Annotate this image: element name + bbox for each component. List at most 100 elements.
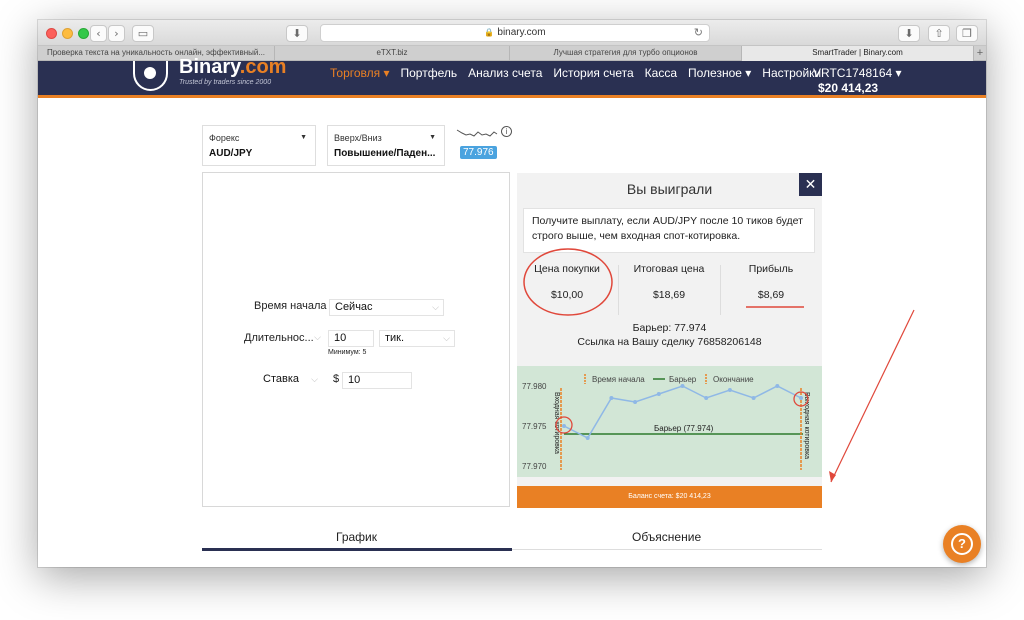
legend-barrier-label: Барьер <box>669 375 697 384</box>
reload-icon[interactable]: ↻ <box>694 25 703 41</box>
purchase-price: Цена покупки $10,00 <box>517 263 617 301</box>
forward-icon[interactable]: › <box>108 25 125 42</box>
market-label: Форекс <box>209 133 240 143</box>
duration-unit-select[interactable]: тик. ⌵ <box>379 330 455 347</box>
brand-name: Binary <box>179 56 240 78</box>
back-icon[interactable]: ‹ <box>90 25 107 42</box>
arrowhead-annotation <box>829 471 836 482</box>
lock-icon: 🔒 <box>484 28 495 37</box>
barrier-text: Барьер: 77.974 <box>632 322 707 334</box>
final-label: Итоговая цена <box>633 263 705 275</box>
duration-type-select[interactable]: ⌵ <box>236 330 325 347</box>
minimize-window-button[interactable] <box>62 28 73 39</box>
site-header: Binary.com Trusted by traders since 2000… <box>38 56 986 98</box>
profit-label: Прибыль <box>748 263 794 275</box>
tab-etxt[interactable]: eTXT.biz <box>275 46 510 61</box>
tick-point <box>633 400 638 404</box>
balance-bar: Баланс счета: $20 414,23 <box>517 486 822 508</box>
browser-toolbar: ‹ › ▭ ⬇ 🔒 binary.com ↻ ⬇ ⇧ ❐ <box>38 20 986 46</box>
final-price: Итоговая цена $18,69 <box>619 263 719 301</box>
tick-chart: Время начала Барьер Окончание 77.980 77.975 7… <box>517 366 822 477</box>
y-tick-label: 77.980 <box>522 382 547 391</box>
nav-history[interactable]: История счета <box>553 66 633 80</box>
new-tab-icon[interactable]: + <box>974 46 986 60</box>
stake-type-select[interactable]: Ставка ⌵ <box>258 372 322 389</box>
tab-chart[interactable]: График <box>336 530 377 544</box>
caret-down-icon: ▼ <box>300 134 307 141</box>
nav-resources[interactable]: Полезное ▾ <box>688 66 751 80</box>
contract-link[interactable]: Ссылка на Вашу сделку 76858206148 <box>517 336 822 348</box>
help-button[interactable]: ? <box>943 525 981 563</box>
purchase-value: $10,00 <box>550 289 584 301</box>
profit: Прибыль $8,69 <box>721 263 821 301</box>
final-value: $18,69 <box>652 289 686 301</box>
download-icon[interactable]: ⬇ <box>898 25 920 42</box>
tab-divider <box>512 549 822 550</box>
tick-point <box>751 396 756 400</box>
start-time-value: Сейчас <box>335 301 373 313</box>
profit-value: $8,69 <box>757 289 785 301</box>
main-nav: Торговля ▾ Портфель Анализ счета История… <box>330 66 832 80</box>
tab-explanation[interactable]: Объяснение <box>632 530 701 544</box>
brand-logo[interactable]: Binary.com <box>179 56 286 79</box>
tabs-overview-icon[interactable]: ❐ <box>956 25 978 42</box>
binary-logo-icon[interactable] <box>133 61 168 91</box>
arrow-annotation <box>830 309 915 483</box>
legend-end-label: Окончание <box>713 375 754 384</box>
chevron-down-icon: ⌵ <box>311 374 318 384</box>
contract-type-value: Повышение/Паден... <box>334 148 436 159</box>
address-text: binary.com <box>497 27 546 38</box>
close-window-button[interactable] <box>46 28 57 39</box>
spot-price-badge: 77.976 <box>460 146 497 159</box>
currency-symbol: $ <box>333 373 340 385</box>
contract-type-select[interactable]: Вверх/Вниз ▼ Повышение/Паден... <box>327 125 445 166</box>
tick-point <box>680 384 685 388</box>
annotation-overlay <box>523 248 915 483</box>
purchase-label: Цена покупки <box>534 263 600 275</box>
exit-spot-label: Выходная котировка <box>803 392 810 459</box>
nav-trading[interactable]: Торговля ▾ <box>330 66 389 80</box>
start-time-select[interactable]: Сейчас ⌵ <box>329 299 444 316</box>
share-icon[interactable]: ⇧ <box>928 25 950 42</box>
tick-point <box>799 396 803 400</box>
browser-window: ‹ › ▭ ⬇ 🔒 binary.com ↻ ⬇ ⇧ ❐ Проверка тек… <box>38 20 986 567</box>
result-description: Получите выплату, если AUD/JPY после 10 … <box>523 208 815 253</box>
start-time-label: Время начала <box>254 300 327 312</box>
sidebar-icon[interactable]: ▭ <box>132 25 154 42</box>
stake-input[interactable]: 10 <box>342 372 412 389</box>
tick-point <box>775 384 780 388</box>
legend-start-label: Время начала <box>592 375 645 384</box>
barrier-label: Барьер (77.974) <box>654 424 714 433</box>
contract-type-label: Вверх/Вниз <box>334 133 382 143</box>
account-selector[interactable]: VRTC1748164 ▾ <box>813 66 902 80</box>
stake-label: Ставка <box>263 373 299 385</box>
tab-smarttrader[interactable]: SmartTrader | Binary.com <box>742 46 974 61</box>
duration-input[interactable]: 10 <box>328 330 374 347</box>
brand-suffix: .com <box>239 56 287 78</box>
brand-tagline: Trusted by traders since 2000 <box>179 79 272 86</box>
downloads-shield-icon[interactable]: ⬇ <box>286 25 308 42</box>
y-tick-label: 77.975 <box>522 422 547 431</box>
tick-chart-svg: Время начала Барьер Окончание 77.980 77.975 7… <box>522 374 810 471</box>
zoom-window-button[interactable] <box>78 28 89 39</box>
market-select[interactable]: Форекс ▼ AUD/JPY <box>202 125 316 166</box>
y-tick-label: 77.970 <box>522 462 547 471</box>
tick-point <box>656 392 661 396</box>
close-icon[interactable]: ✕ <box>799 173 822 196</box>
spot-sparkline <box>456 129 498 137</box>
header-balance: $20 414,23 <box>818 81 879 95</box>
market-value: AUD/JPY <box>209 148 253 159</box>
address-bar[interactable]: 🔒 binary.com ↻ <box>320 24 710 42</box>
nav-portfolio[interactable]: Портфель <box>400 66 457 80</box>
result-panel: Вы выиграли ✕ Получите выплату, если AUD… <box>517 173 822 508</box>
nav-analysis[interactable]: Анализ счета <box>468 66 542 80</box>
tab-strategy[interactable]: Лучшая стратегия для турбо опционов <box>510 46 742 61</box>
caret-down-icon: ▼ <box>429 134 436 141</box>
info-icon[interactable]: i <box>501 126 512 137</box>
nav-cashier[interactable]: Касса <box>645 66 677 80</box>
chevron-down-icon: ⌵ <box>314 332 321 342</box>
result-title: Вы выиграли <box>626 181 713 197</box>
tick-point <box>585 436 590 440</box>
active-tab-indicator <box>202 548 512 551</box>
tick-point <box>704 396 709 400</box>
